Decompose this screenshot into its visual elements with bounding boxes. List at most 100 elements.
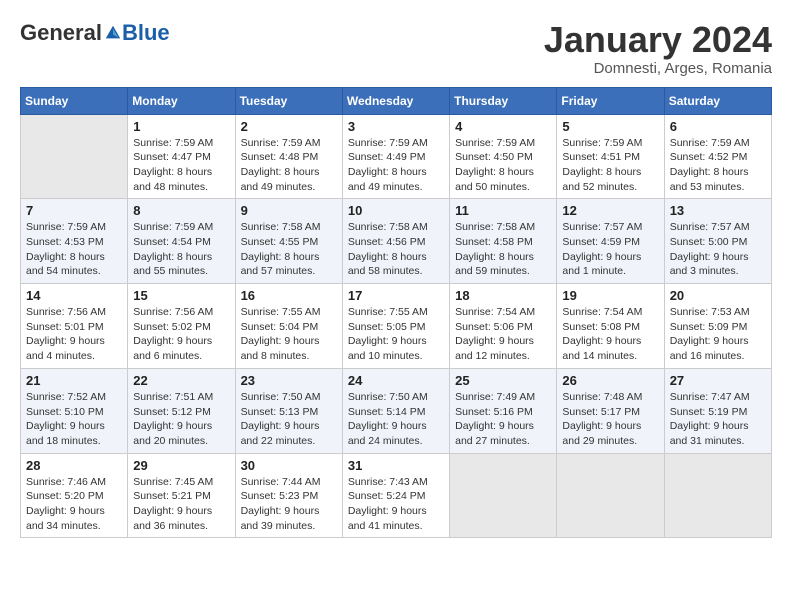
day-number: 10 [348, 203, 444, 218]
day-info: Sunrise: 7:54 AMSunset: 5:08 PMDaylight:… [562, 305, 658, 364]
calendar-cell [557, 453, 664, 538]
day-number: 3 [348, 119, 444, 134]
day-info: Sunrise: 7:58 AMSunset: 4:56 PMDaylight:… [348, 220, 444, 279]
weekday-header-sunday: Sunday [21, 87, 128, 114]
weekday-header-thursday: Thursday [450, 87, 557, 114]
calendar-cell: 1 Sunrise: 7:59 AMSunset: 4:47 PMDaylight… [128, 114, 235, 199]
day-number: 8 [133, 203, 229, 218]
day-number: 12 [562, 203, 658, 218]
calendar-cell: 26Sunrise: 7:48 AMSunset: 5:17 PMDayligh… [557, 368, 664, 453]
day-number: 26 [562, 373, 658, 388]
day-number: 2 [241, 119, 337, 134]
day-info: Sunrise: 7:56 AMSunset: 5:02 PMDaylight:… [133, 305, 229, 364]
day-info: Sunrise: 7:55 AMSunset: 5:04 PMDaylight:… [241, 305, 337, 364]
calendar-week-row: 7 Sunrise: 7:59 AMSunset: 4:53 PMDaylight… [21, 199, 772, 284]
calendar-cell: 5 Sunrise: 7:59 AMSunset: 4:51 PMDaylight… [557, 114, 664, 199]
calendar-cell [664, 453, 771, 538]
day-number: 31 [348, 458, 444, 473]
day-number: 23 [241, 373, 337, 388]
day-number: 5 [562, 119, 658, 134]
month-title: January 2024 [544, 20, 772, 60]
calendar-cell: 14 Sunrise: 7:56 AMSunset: 5:01 PMDayligh… [21, 284, 128, 369]
calendar-cell: 17 Sunrise: 7:55 AMSunset: 5:05 PMDayligh… [342, 284, 449, 369]
day-number: 6 [670, 119, 766, 134]
title-block: January 2024 Domnesti, Arges, Romania [544, 20, 772, 77]
logo-general-text: General [20, 20, 102, 46]
day-number: 14 [26, 288, 122, 303]
day-number: 27 [670, 373, 766, 388]
calendar-cell: 27 Sunrise: 7:47 AMSunset: 5:19 PMDayligh… [664, 368, 771, 453]
day-number: 17 [348, 288, 444, 303]
calendar-cell: 11 Sunrise: 7:58 AMSunset: 4:58 PMDayligh… [450, 199, 557, 284]
day-number: 24 [348, 373, 444, 388]
day-number: 21 [26, 373, 122, 388]
calendar-table: SundayMondayTuesdayWednesdayThursdayFrid… [20, 87, 772, 539]
calendar-cell: 16Sunrise: 7:55 AMSunset: 5:04 PMDayligh… [235, 284, 342, 369]
day-info: Sunrise: 7:59 AMSunset: 4:47 PMDaylight:… [133, 136, 229, 195]
calendar-cell: 9 Sunrise: 7:58 AMSunset: 4:55 PMDaylight… [235, 199, 342, 284]
calendar-cell: 25Sunrise: 7:49 AMSunset: 5:16 PMDayligh… [450, 368, 557, 453]
day-info: Sunrise: 7:55 AMSunset: 5:05 PMDaylight:… [348, 305, 444, 364]
calendar-cell: 22Sunrise: 7:51 AMSunset: 5:12 PMDayligh… [128, 368, 235, 453]
calendar-cell: 31Sunrise: 7:43 AMSunset: 5:24 PMDayligh… [342, 453, 449, 538]
day-info: Sunrise: 7:58 AMSunset: 4:55 PMDaylight:… [241, 220, 337, 279]
calendar-cell: 3 Sunrise: 7:59 AMSunset: 4:49 PMDaylight… [342, 114, 449, 199]
calendar-cell: 23 Sunrise: 7:50 AMSunset: 5:13 PMDayligh… [235, 368, 342, 453]
day-number: 1 [133, 119, 229, 134]
day-info: Sunrise: 7:57 AMSunset: 4:59 PMDaylight:… [562, 220, 658, 279]
calendar-cell: 21 Sunrise: 7:52 AMSunset: 5:10 PMDayligh… [21, 368, 128, 453]
day-number: 28 [26, 458, 122, 473]
calendar-cell: 12 Sunrise: 7:57 AMSunset: 4:59 PMDayligh… [557, 199, 664, 284]
day-info: Sunrise: 7:49 AMSunset: 5:16 PMDaylight:… [455, 390, 551, 449]
calendar-cell: 29 Sunrise: 7:45 AMSunset: 5:21 PMDayligh… [128, 453, 235, 538]
logo: General Blue [20, 20, 170, 46]
calendar-cell: 20 Sunrise: 7:53 AMSunset: 5:09 PMDayligh… [664, 284, 771, 369]
day-number: 18 [455, 288, 551, 303]
weekday-header-friday: Friday [557, 87, 664, 114]
day-number: 7 [26, 203, 122, 218]
calendar-cell: 4Sunrise: 7:59 AMSunset: 4:50 PMDaylight… [450, 114, 557, 199]
location-subtitle: Domnesti, Arges, Romania [544, 60, 772, 77]
calendar-week-row: 1 Sunrise: 7:59 AMSunset: 4:47 PMDaylight… [21, 114, 772, 199]
day-number: 4 [455, 119, 551, 134]
day-number: 13 [670, 203, 766, 218]
day-info: Sunrise: 7:45 AMSunset: 5:21 PMDaylight:… [133, 475, 229, 534]
day-info: Sunrise: 7:59 AMSunset: 4:51 PMDaylight:… [562, 136, 658, 195]
day-info: Sunrise: 7:59 AMSunset: 4:53 PMDaylight:… [26, 220, 122, 279]
calendar-cell: 19 Sunrise: 7:54 AMSunset: 5:08 PMDayligh… [557, 284, 664, 369]
weekday-header-wednesday: Wednesday [342, 87, 449, 114]
day-info: Sunrise: 7:50 AMSunset: 5:14 PMDaylight:… [348, 390, 444, 449]
calendar-cell: 15 Sunrise: 7:56 AMSunset: 5:02 PMDayligh… [128, 284, 235, 369]
day-info: Sunrise: 7:59 AMSunset: 4:52 PMDaylight:… [670, 136, 766, 195]
day-number: 15 [133, 288, 229, 303]
day-number: 11 [455, 203, 551, 218]
day-info: Sunrise: 7:57 AMSunset: 5:00 PMDaylight:… [670, 220, 766, 279]
page-header: General Blue January 2024 Domnesti, Arge… [20, 20, 772, 77]
day-info: Sunrise: 7:58 AMSunset: 4:58 PMDaylight:… [455, 220, 551, 279]
day-info: Sunrise: 7:44 AMSunset: 5:23 PMDaylight:… [241, 475, 337, 534]
day-info: Sunrise: 7:59 AMSunset: 4:48 PMDaylight:… [241, 136, 337, 195]
day-number: 20 [670, 288, 766, 303]
day-info: Sunrise: 7:59 AMSunset: 4:54 PMDaylight:… [133, 220, 229, 279]
calendar-week-row: 14 Sunrise: 7:56 AMSunset: 5:01 PMDayligh… [21, 284, 772, 369]
calendar-cell: 10 Sunrise: 7:58 AMSunset: 4:56 PMDayligh… [342, 199, 449, 284]
day-info: Sunrise: 7:59 AMSunset: 4:49 PMDaylight:… [348, 136, 444, 195]
calendar-cell: 28Sunrise: 7:46 AMSunset: 5:20 PMDayligh… [21, 453, 128, 538]
calendar-cell [450, 453, 557, 538]
day-info: Sunrise: 7:53 AMSunset: 5:09 PMDaylight:… [670, 305, 766, 364]
calendar-cell: 2 Sunrise: 7:59 AMSunset: 4:48 PMDaylight… [235, 114, 342, 199]
weekday-header-saturday: Saturday [664, 87, 771, 114]
day-number: 29 [133, 458, 229, 473]
calendar-cell: 30 Sunrise: 7:44 AMSunset: 5:23 PMDayligh… [235, 453, 342, 538]
day-info: Sunrise: 7:50 AMSunset: 5:13 PMDaylight:… [241, 390, 337, 449]
weekday-header-monday: Monday [128, 87, 235, 114]
day-number: 19 [562, 288, 658, 303]
day-number: 9 [241, 203, 337, 218]
day-info: Sunrise: 7:51 AMSunset: 5:12 PMDaylight:… [133, 390, 229, 449]
calendar-week-row: 21 Sunrise: 7:52 AMSunset: 5:10 PMDayligh… [21, 368, 772, 453]
day-info: Sunrise: 7:52 AMSunset: 5:10 PMDaylight:… [26, 390, 122, 449]
day-number: 30 [241, 458, 337, 473]
day-info: Sunrise: 7:56 AMSunset: 5:01 PMDaylight:… [26, 305, 122, 364]
calendar-cell [21, 114, 128, 199]
day-info: Sunrise: 7:47 AMSunset: 5:19 PMDaylight:… [670, 390, 766, 449]
